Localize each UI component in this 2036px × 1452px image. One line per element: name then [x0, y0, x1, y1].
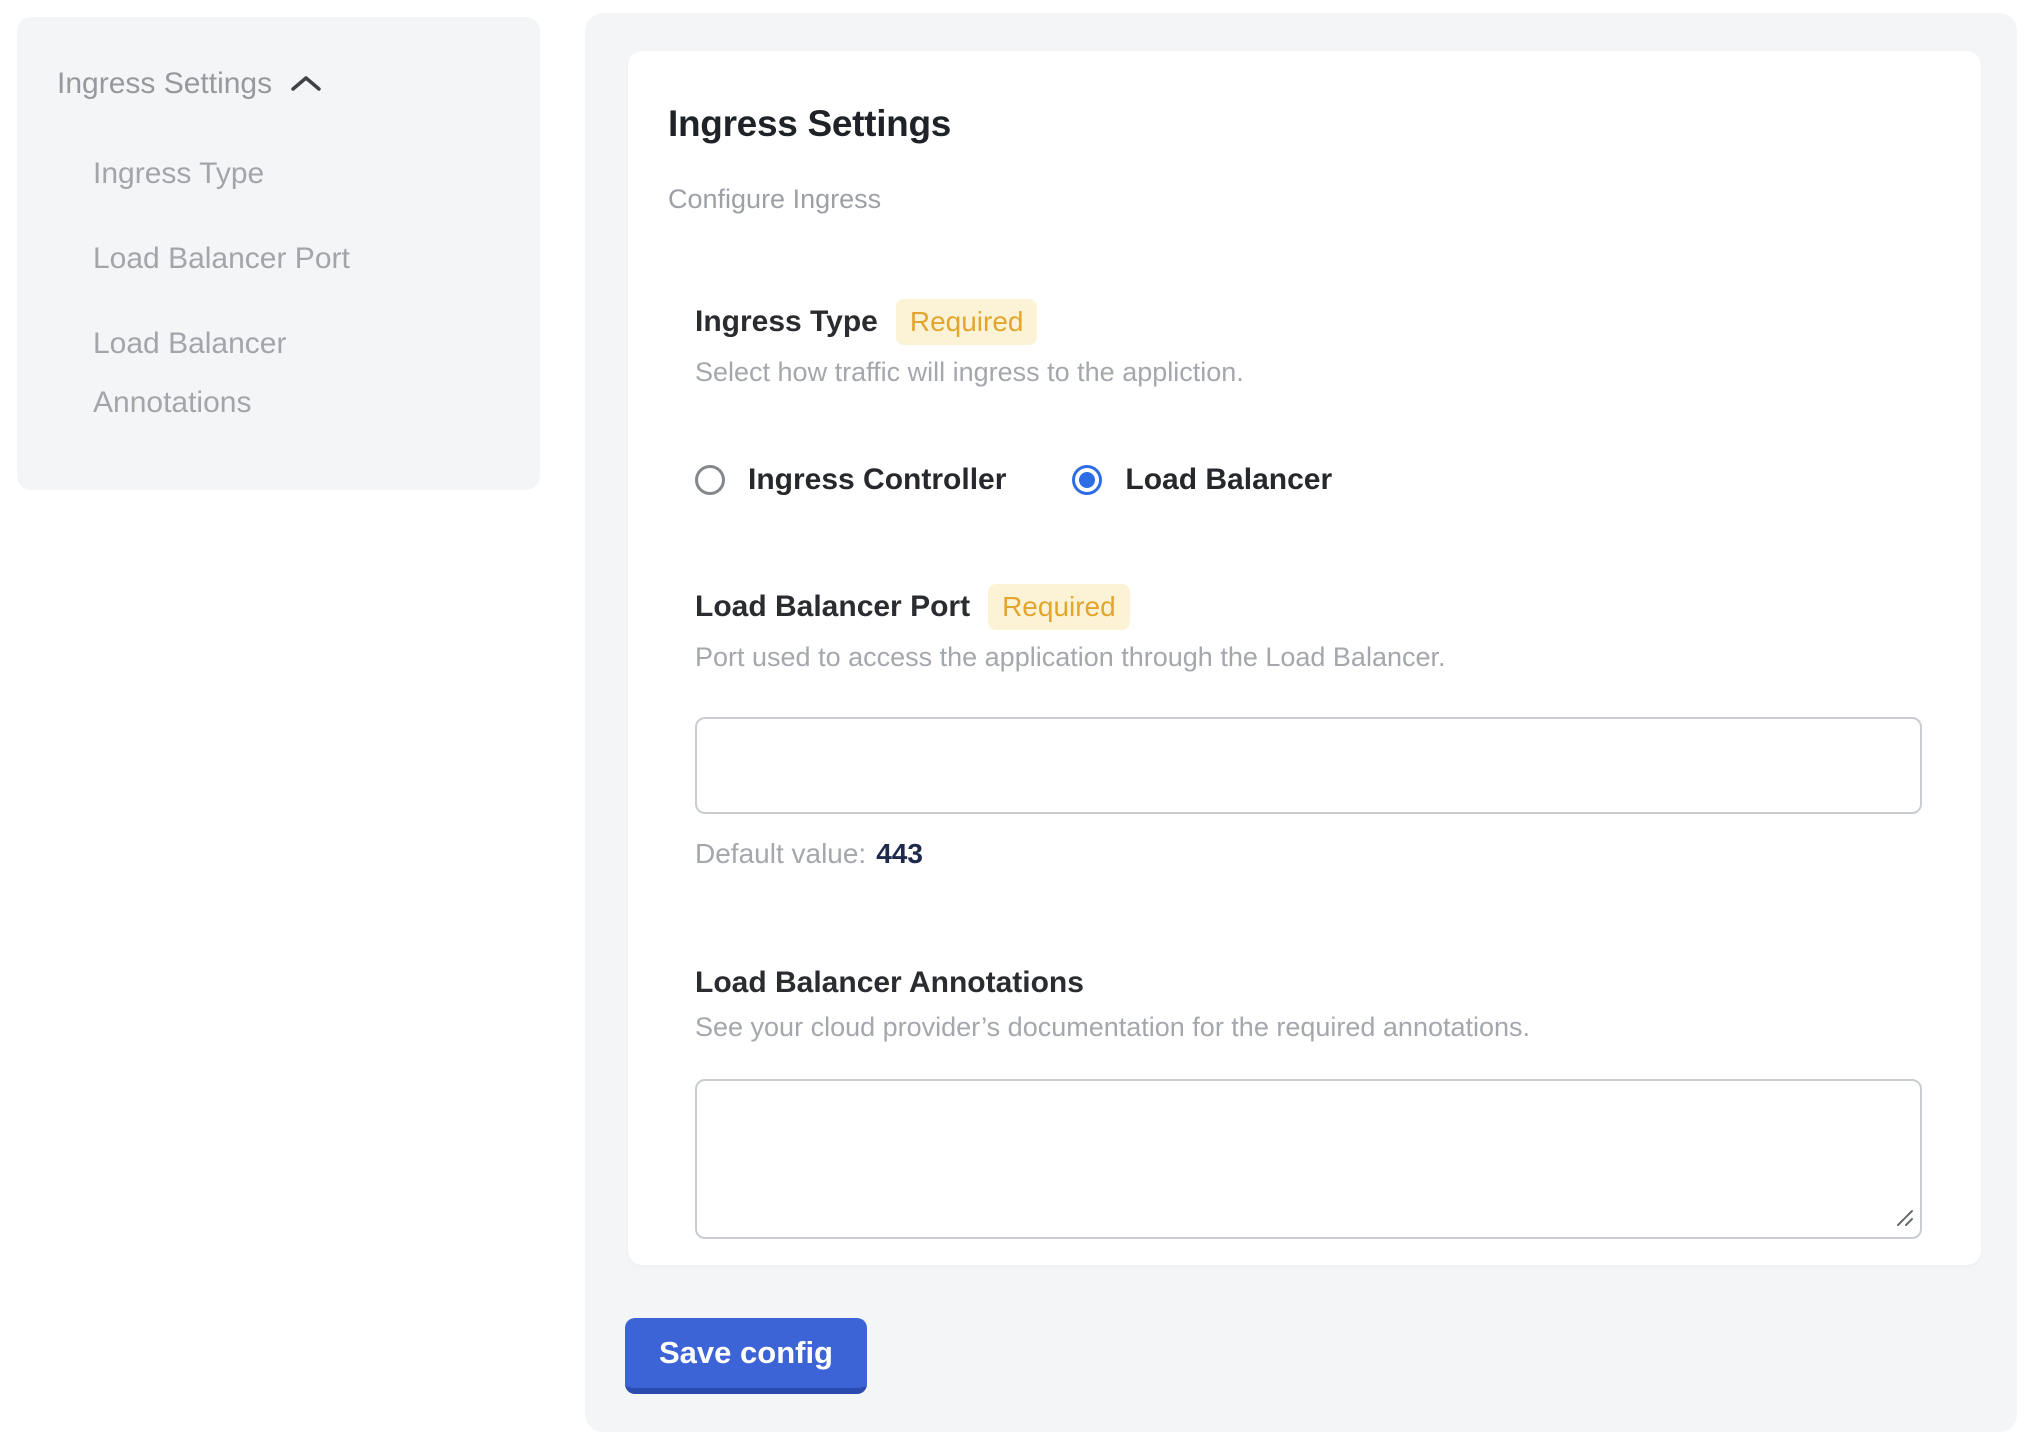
section-load-balancer-annotations: Load Balancer Annotations See your cloud…: [695, 966, 1918, 1239]
chevron-up-icon: [290, 74, 322, 94]
field-label-ingress-type: Ingress Type: [695, 305, 878, 339]
field-head-ingress-type: Ingress Type Required: [695, 299, 1918, 345]
radio-label-load-balancer: Load Balancer: [1125, 462, 1332, 498]
page: Ingress Settings Ingress Type Load Balan…: [0, 0, 2036, 1452]
radio-unchecked-icon: [695, 465, 725, 495]
section-load-balancer-port: Load Balancer Port Required Port used to…: [695, 584, 1918, 870]
sidebar-group-ingress-settings[interactable]: Ingress Settings: [57, 69, 540, 99]
annotations-textarea-wrap: [695, 1079, 1922, 1239]
radio-load-balancer[interactable]: Load Balancer: [1072, 462, 1332, 498]
field-head-load-balancer-port: Load Balancer Port Required: [695, 584, 1918, 630]
save-config-button[interactable]: Save config: [625, 1318, 867, 1394]
field-label-load-balancer-annotations: Load Balancer Annotations: [695, 966, 1084, 1000]
radio-label-ingress-controller: Ingress Controller: [748, 462, 1006, 498]
sidebar-item-load-balancer-port[interactable]: Load Balancer Port: [93, 229, 423, 288]
page-title: Ingress Settings: [668, 103, 1918, 144]
page-subtitle: Configure Ingress: [668, 184, 1918, 215]
settings-nav-sidebar: Ingress Settings Ingress Type Load Balan…: [17, 17, 540, 490]
load-balancer-annotations-textarea[interactable]: [695, 1079, 1922, 1239]
sidebar-group-label: Ingress Settings: [57, 69, 272, 99]
default-value-line: Default value: 443: [695, 838, 1918, 870]
field-description-ingress-type: Select how traffic will ingress to the a…: [695, 357, 1918, 388]
sidebar-items: Ingress Type Load Balancer Port Load Bal…: [93, 144, 540, 432]
field-label-load-balancer-port: Load Balancer Port: [695, 590, 970, 624]
resize-handle-icon[interactable]: [1895, 1208, 1915, 1228]
radio-checked-icon: [1072, 465, 1102, 495]
field-description-load-balancer-port: Port used to access the application thro…: [695, 642, 1918, 673]
main-panel: Ingress Settings Configure Ingress Ingre…: [585, 13, 2017, 1432]
sidebar-item-ingress-type[interactable]: Ingress Type: [93, 144, 423, 203]
radio-ingress-controller[interactable]: Ingress Controller: [695, 462, 1006, 498]
load-balancer-port-input[interactable]: [695, 717, 1922, 814]
sidebar-item-load-balancer-annotations[interactable]: Load Balancer Annotations: [93, 314, 423, 432]
ingress-settings-card: Ingress Settings Configure Ingress Ingre…: [628, 51, 1981, 1265]
field-head-load-balancer-annotations: Load Balancer Annotations: [695, 966, 1918, 1000]
default-value-label: Default value:: [695, 838, 866, 870]
required-badge: Required: [988, 584, 1130, 630]
required-badge: Required: [896, 299, 1038, 345]
default-value: 443: [876, 838, 923, 870]
section-ingress-type: Ingress Type Required Select how traffic…: [695, 299, 1918, 498]
field-description-load-balancer-annotations: See your cloud provider’s documentation …: [695, 1012, 1918, 1043]
ingress-type-radio-group: Ingress Controller Load Balancer: [695, 462, 1918, 498]
